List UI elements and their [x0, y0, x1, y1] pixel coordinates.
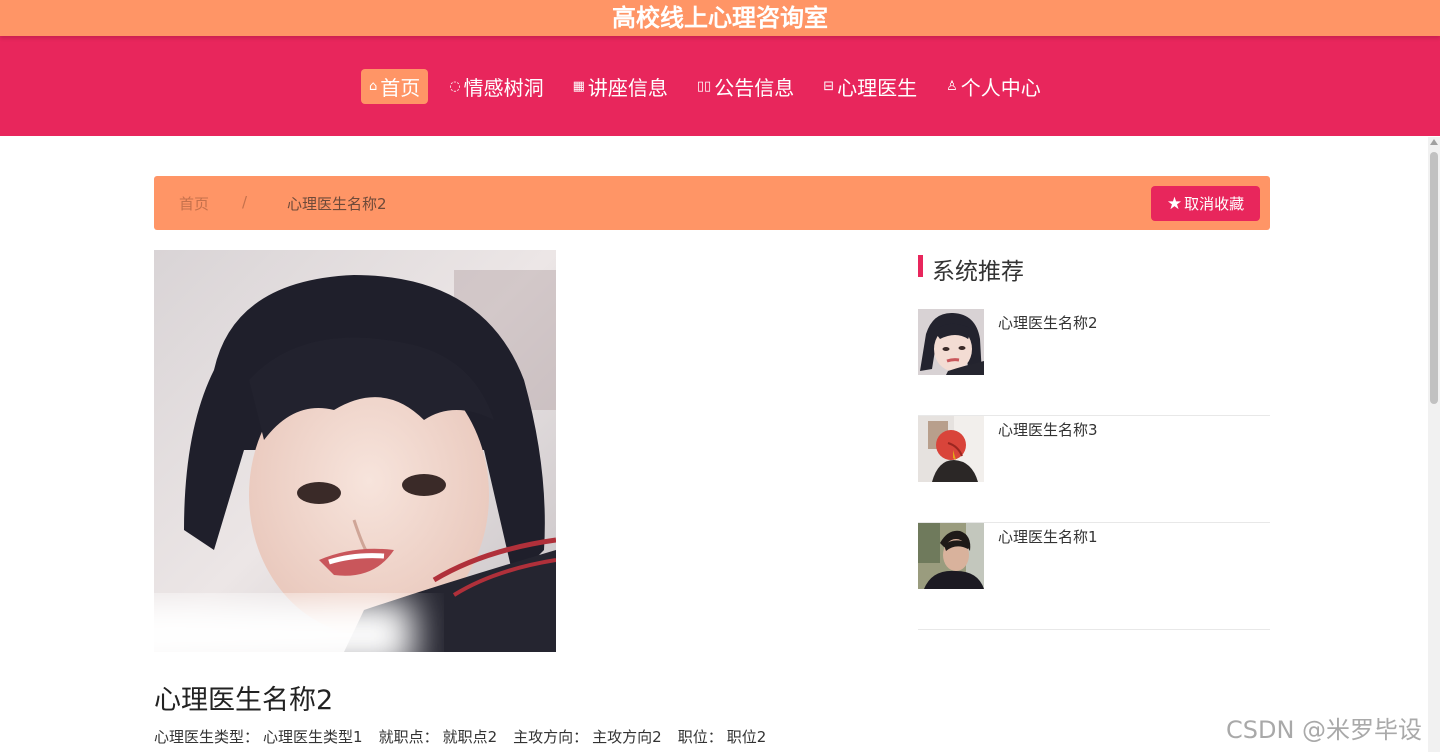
- nav-item-emotion[interactable]: ◌ 情感树洞: [441, 69, 551, 104]
- recommend-name[interactable]: 心理医生名称3: [998, 419, 1098, 440]
- star-icon: ★: [1166, 193, 1183, 214]
- recommend-thumbnail[interactable]: [918, 523, 984, 589]
- breadcrumb-current: 心理医生名称2: [287, 195, 387, 213]
- nav-item-home[interactable]: ⌂ 首页: [361, 69, 429, 104]
- doctor-name: 心理医生名称2: [154, 685, 334, 716]
- recommend-thumbnail[interactable]: [918, 309, 984, 375]
- nav-item-label: 讲座信息: [587, 76, 668, 100]
- home-icon: ⌂: [369, 79, 378, 94]
- nav-item-profile[interactable]: ♙ 个人中心: [938, 69, 1049, 104]
- nav-item-lecture[interactable]: ▦ 讲座信息: [565, 69, 676, 104]
- watermark-text: CSDN @米罗毕设: [1226, 716, 1423, 744]
- doctor-photo: [154, 250, 556, 652]
- smile-icon: ◌: [449, 79, 461, 94]
- doctor-direction-value: 主攻方向2: [592, 728, 662, 746]
- book-icon: ⊟: [823, 79, 835, 94]
- doctor-location-value: 就职点2: [442, 728, 498, 746]
- recommend-thumbnail[interactable]: [918, 416, 984, 482]
- user-icon: ♙: [946, 79, 958, 94]
- nav-item-doctor[interactable]: ⊟ 心理医生: [815, 69, 925, 104]
- breadcrumb-separator: /: [242, 193, 248, 211]
- nav-item-label: 首页: [380, 76, 421, 100]
- breadcrumb: 首页 / 心理医生名称2 ★ 取消收藏: [154, 176, 1270, 230]
- site-title: 高校线上心理咨询室: [0, 0, 1440, 36]
- nav-list: ⌂ 首页 ◌ 情感树洞 ▦ 讲座信息 ▯▯ 公告信息 ⊟ 心理医生 ♙ 个人中心: [361, 69, 1062, 104]
- doctor-meta: 心理医生类型： 心理医生类型1 就职点： 就职点2 主攻方向： 主攻方向2 职位： 职位2: [154, 726, 782, 747]
- grid-icon: ▦: [572, 79, 585, 94]
- notice-icon: ▯▯: [696, 79, 712, 94]
- recommend-name[interactable]: 心理医生名称2: [998, 312, 1098, 333]
- doctor-position-label: 职位：: [677, 728, 723, 746]
- nav-item-label: 情感树洞: [463, 76, 544, 100]
- doctor-type-value: 心理医生类型1: [263, 728, 363, 746]
- unfavorite-label: 取消收藏: [1184, 195, 1245, 213]
- recommend-item[interactable]: 心理医生名称1: [918, 523, 1270, 630]
- recommend-item[interactable]: 心理医生名称3: [918, 416, 1270, 523]
- unfavorite-button[interactable]: ★ 取消收藏: [1151, 186, 1260, 221]
- recommend-item[interactable]: 心理医生名称2: [918, 309, 1270, 416]
- scroll-up-arrow[interactable]: [1430, 139, 1438, 145]
- nav-item-label: 心理医生: [837, 76, 918, 100]
- doctor-location-label: 就职点：: [378, 728, 439, 746]
- nav-item-label: 公告信息: [714, 76, 795, 100]
- doctor-position-value: 职位2: [726, 728, 767, 746]
- nav-item-label: 个人中心: [960, 76, 1041, 100]
- recommend-title: 系统推荐: [918, 252, 1024, 286]
- doctor-type-label: 心理医生类型：: [154, 728, 260, 746]
- nav-item-notice[interactable]: ▯▯ 公告信息: [689, 69, 802, 104]
- main-nav: ⌂ 首页 ◌ 情感树洞 ▦ 讲座信息 ▯▯ 公告信息 ⊟ 心理医生 ♙ 个人中心: [0, 36, 1440, 136]
- recommend-name[interactable]: 心理医生名称1: [998, 526, 1098, 547]
- doctor-direction-label: 主攻方向：: [513, 728, 589, 746]
- scrollbar-thumb[interactable]: [1430, 152, 1438, 404]
- breadcrumb-home-link[interactable]: 首页: [179, 193, 209, 214]
